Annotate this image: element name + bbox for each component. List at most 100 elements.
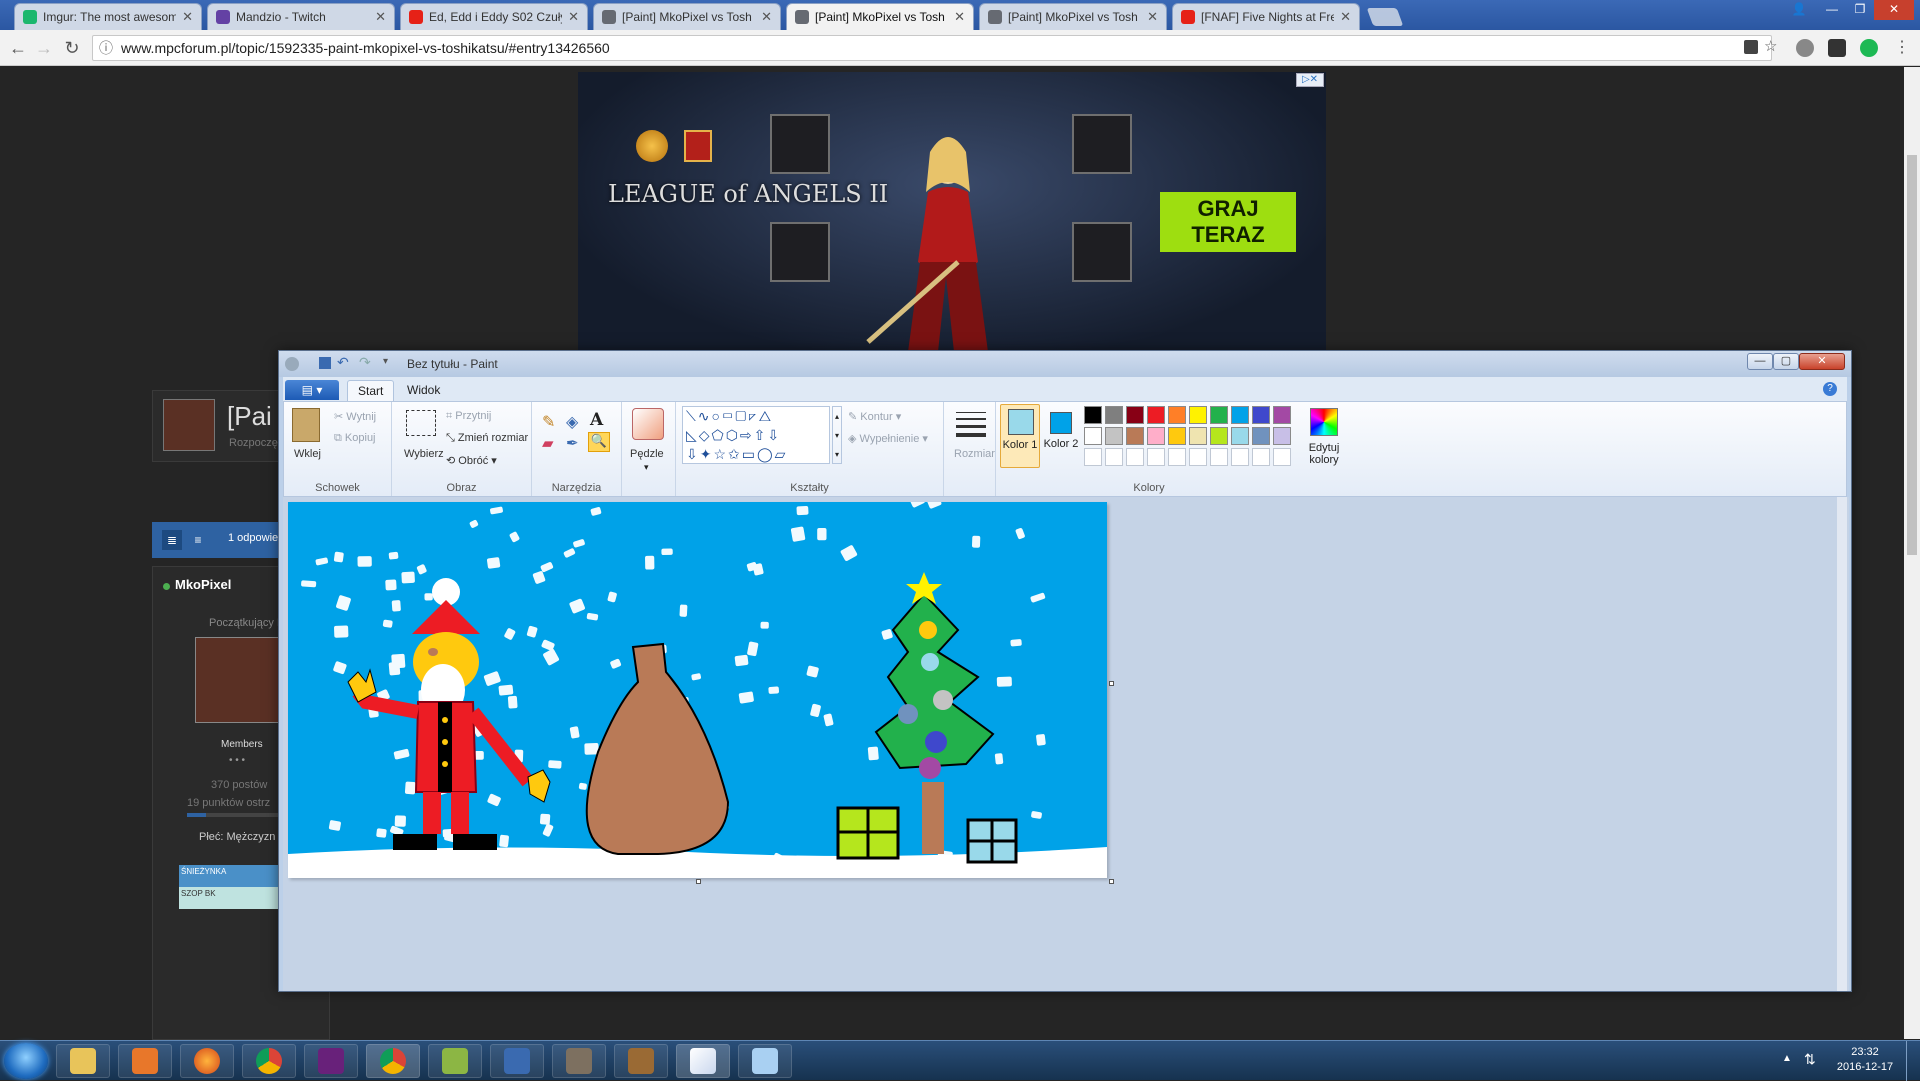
crop-button[interactable]: ⌗ Przytnij: [446, 410, 491, 423]
extension-icon[interactable]: [1744, 40, 1758, 54]
color1-button[interactable]: Kolor 1: [1000, 404, 1040, 468]
copy-button[interactable]: ⧉ Kopiuj: [334, 432, 376, 445]
palette-swatch[interactable]: [1210, 406, 1228, 424]
palette-swatch[interactable]: [1252, 427, 1270, 445]
chest-taskbar-icon[interactable]: [614, 1044, 668, 1078]
browser-tab[interactable]: [FNAF] Five Nights at Fre ✕: [1172, 3, 1360, 30]
save-icon[interactable]: [319, 357, 331, 369]
chrome-taskbar-icon[interactable]: [242, 1044, 296, 1078]
edit-colors-icon[interactable]: [1310, 408, 1338, 436]
palette-swatch[interactable]: [1147, 427, 1165, 445]
visual-studio-taskbar-icon[interactable]: [304, 1044, 358, 1078]
notepad-taskbar-icon[interactable]: [738, 1044, 792, 1078]
custom-color-slot[interactable]: [1126, 448, 1144, 466]
address-bar[interactable]: ⓘ www.mpcforum.pl/topic/1592335-paint-mk…: [92, 35, 1772, 61]
tab-close-icon[interactable]: ✕: [761, 9, 772, 25]
palette-swatch[interactable]: [1189, 406, 1207, 424]
palette-swatch[interactable]: [1189, 427, 1207, 445]
pencil-icon[interactable]: ✎: [542, 412, 555, 432]
browser-tab[interactable]: [Paint] MkoPixel vs Tosh ✕: [593, 3, 781, 30]
shapes-scroll[interactable]: ▴ ▾ ▾: [832, 406, 842, 464]
custom-color-slot[interactable]: [1189, 448, 1207, 466]
author-name[interactable]: MkoPixel: [175, 577, 231, 592]
media-player-taskbar-icon[interactable]: [118, 1044, 172, 1078]
tray-expand-icon[interactable]: ▲: [1782, 1053, 1792, 1064]
palette-swatch[interactable]: [1231, 427, 1249, 445]
outline-button[interactable]: ✎ Kontur ▾: [848, 410, 901, 423]
list-view-icon[interactable]: ≣: [162, 530, 182, 550]
restore-window-button[interactable]: ❐: [1846, 0, 1874, 20]
browser-tab[interactable]: Mandzio - Twitch ✕: [207, 3, 395, 30]
tab-close-icon[interactable]: ✕: [954, 9, 965, 25]
cast-extension-icon[interactable]: [1828, 39, 1846, 57]
show-desktop-button[interactable]: [1906, 1041, 1920, 1081]
palette-swatch[interactable]: [1126, 406, 1144, 424]
firefox-taskbar-icon[interactable]: [180, 1044, 234, 1078]
paste-button[interactable]: Wklej: [294, 448, 321, 460]
vpn-extension-icon[interactable]: [1796, 39, 1814, 57]
custom-color-slot[interactable]: [1105, 448, 1123, 466]
custom-color-slot[interactable]: [1231, 448, 1249, 466]
explorer-taskbar-icon[interactable]: [56, 1044, 110, 1078]
tab-close-icon[interactable]: ✕: [375, 9, 386, 25]
paint-app-icon[interactable]: [285, 357, 299, 371]
browser-tab[interactable]: [Paint] MkoPixel vs Tosh ✕: [979, 3, 1167, 30]
canvas-resize-handle-right[interactable]: [1109, 681, 1114, 686]
reload-icon[interactable]: ↻: [60, 36, 84, 60]
edit-colors-button[interactable]: Edytuj kolory: [1302, 442, 1346, 466]
green-extension-icon[interactable]: [1860, 39, 1878, 57]
custom-color-slot[interactable]: [1147, 448, 1165, 466]
resize-button[interactable]: ⤡ Zmień rozmiar: [446, 432, 528, 445]
palette-swatch[interactable]: [1105, 406, 1123, 424]
canvas-resize-handle-bottom[interactable]: [696, 879, 701, 884]
chrome-active-taskbar-icon[interactable]: [366, 1044, 420, 1078]
minimize-window-button[interactable]: —: [1818, 0, 1846, 20]
forward-arrow-icon[interactable]: →: [32, 36, 56, 60]
paint-minimize-button[interactable]: —: [1747, 353, 1773, 370]
menu-icon[interactable]: ⋮: [1890, 36, 1914, 60]
rotate-button[interactable]: ⟲ Obróć ▾: [446, 454, 497, 467]
workspace-scrollbar[interactable]: [1837, 497, 1847, 991]
palette-swatch[interactable]: [1147, 406, 1165, 424]
color-picker-icon[interactable]: ✒: [566, 434, 579, 452]
palette-swatch[interactable]: [1252, 406, 1270, 424]
palette-swatch[interactable]: [1105, 427, 1123, 445]
palette-swatch[interactable]: [1210, 427, 1228, 445]
minecraft-taskbar-icon[interactable]: [428, 1044, 482, 1078]
ad-play-now-button[interactable]: GRAJ TERAZ: [1160, 192, 1296, 252]
palette-swatch[interactable]: [1168, 427, 1186, 445]
custom-color-slot[interactable]: [1168, 448, 1186, 466]
page-info-icon[interactable]: ⓘ: [99, 36, 113, 60]
select-icon[interactable]: [406, 410, 436, 436]
line-size-icon[interactable]: [956, 408, 986, 438]
page-scrollbar-thumb[interactable]: [1907, 155, 1917, 555]
custom-color-slot[interactable]: [1084, 448, 1102, 466]
quick-access-dropdown-icon[interactable]: ▾: [383, 356, 388, 367]
gimp-taskbar-icon[interactable]: [552, 1044, 606, 1078]
custom-color-slot[interactable]: [1252, 448, 1270, 466]
palette-swatch[interactable]: [1273, 406, 1291, 424]
canvas-resize-handle-corner[interactable]: [1109, 879, 1114, 884]
paste-icon[interactable]: [292, 408, 320, 442]
palette-swatch[interactable]: [1126, 427, 1144, 445]
back-arrow-icon[interactable]: ←: [6, 36, 30, 60]
palette-swatch[interactable]: [1231, 406, 1249, 424]
vb-taskbar-icon[interactable]: [490, 1044, 544, 1078]
brushes-dropdown-icon[interactable]: ▾: [644, 462, 649, 473]
redo-icon[interactable]: ↷: [359, 354, 371, 371]
close-window-button[interactable]: ✕: [1874, 0, 1914, 20]
help-icon[interactable]: ?: [1823, 382, 1837, 396]
start-button[interactable]: [4, 1043, 48, 1079]
brushes-button[interactable]: Pędzle: [630, 448, 664, 460]
cut-button[interactable]: ✂ Wytnij: [334, 410, 376, 423]
paint-maximize-button[interactable]: ▢: [1773, 353, 1799, 370]
custom-color-slot[interactable]: [1210, 448, 1228, 466]
paint-taskbar-icon[interactable]: [676, 1044, 730, 1078]
magnifier-icon[interactable]: 🔍: [588, 432, 610, 452]
custom-color-slot[interactable]: [1273, 448, 1291, 466]
palette-swatch[interactable]: [1084, 406, 1102, 424]
paint-close-button[interactable]: ✕: [1799, 353, 1845, 370]
select-button[interactable]: Wybierz: [404, 448, 444, 460]
taskbar-clock[interactable]: 23:32 2016-12-17: [1830, 1045, 1900, 1075]
color2-button[interactable]: Kolor 2: [1042, 404, 1080, 468]
